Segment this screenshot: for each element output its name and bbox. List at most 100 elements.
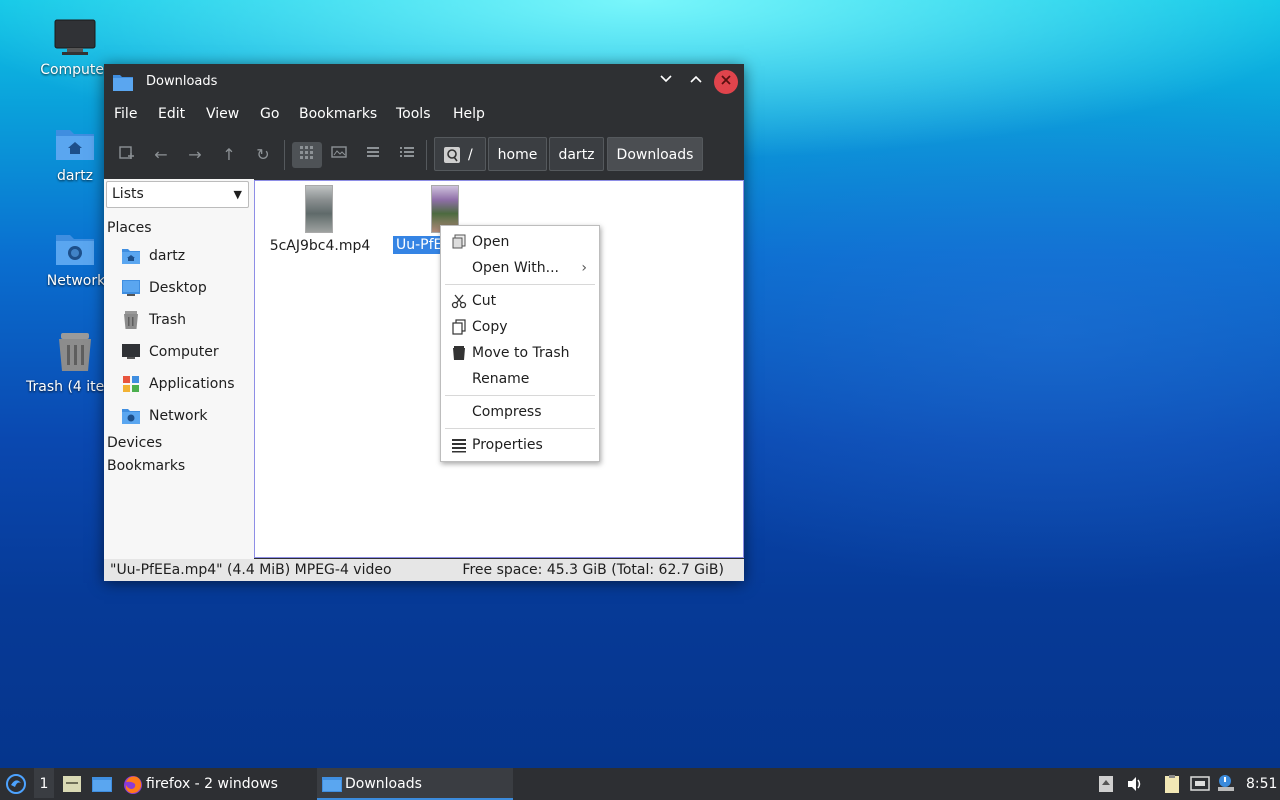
menu-view[interactable]: View (206, 106, 239, 122)
new-tab-icon (119, 146, 134, 159)
path-crumb-home[interactable]: home (488, 137, 547, 171)
path-root-label: / (468, 147, 473, 163)
workspace-switcher[interactable]: 1 (34, 768, 54, 798)
path-crumb-dartz[interactable]: dartz (549, 137, 604, 171)
lubuntu-logo-icon (6, 774, 26, 794)
file-item[interactable]: 5cAJ9bc4.mp4 (265, 185, 375, 257)
sidebar-item-computer[interactable]: Computer (121, 340, 251, 364)
menu-file[interactable]: File (114, 106, 137, 122)
sidebar-mode-select[interactable]: Lists ▼ (106, 181, 249, 208)
menu-item-open[interactable]: Open (441, 230, 599, 254)
tray-updates[interactable] (1098, 768, 1118, 798)
menu-tools[interactable]: Tools (396, 106, 431, 122)
minimize-button[interactable] (654, 70, 678, 94)
back-button[interactable]: ← (148, 142, 174, 168)
tray-network[interactable] (1190, 768, 1212, 798)
file-manager-window: Downloads File Edit View Go Bookmarks To… (104, 64, 744, 581)
arrow-right-icon: → (188, 145, 202, 164)
menu-go[interactable]: Go (260, 106, 279, 122)
detailed-list-button[interactable] (394, 142, 420, 168)
sidebar-item-label: Applications (149, 376, 235, 392)
icon-view-button[interactable] (292, 142, 322, 168)
path-crumb-downloads[interactable]: Downloads (607, 137, 703, 171)
sidebar-item-label: Trash (149, 312, 186, 328)
clock[interactable]: 8:51 (1246, 768, 1278, 798)
task-label: firefox - 2 windows (146, 776, 278, 792)
menu-item-label: Open With... (472, 260, 559, 276)
status-free-space: Free space: 45.3 GiB (Total: 62.7 GiB) (462, 562, 724, 578)
menu-item-label: Cut (472, 293, 497, 309)
image-view-icon (331, 146, 347, 158)
sidebar: Lists ▼ Places dartz Desktop Trash Compu… (104, 179, 254, 559)
drive-icon (444, 147, 460, 163)
menu-bar: File Edit View Go Bookmarks Tools Help (104, 102, 744, 128)
menu-item-rename[interactable]: Rename (441, 367, 599, 391)
task-label: Downloads (345, 776, 422, 792)
bookmarks-header[interactable]: Bookmarks (107, 458, 185, 474)
volume-icon (1128, 777, 1141, 791)
cut-icon (451, 294, 467, 309)
sidebar-item-desktop[interactable]: Desktop (121, 276, 251, 300)
folder-launcher-button[interactable] (90, 768, 114, 798)
menu-item-label: Copy (472, 319, 508, 335)
chevron-right-icon: › (581, 260, 587, 276)
start-menu-button[interactable] (4, 768, 28, 798)
status-selection: "Uu-PfEEa.mp4" (4.4 MiB) MPEG-4 video (110, 562, 392, 578)
menu-item-move-to-trash[interactable]: Move to Trash (441, 341, 599, 365)
folder-icon (92, 777, 112, 792)
chevron-down-icon: ▼ (233, 188, 242, 201)
desktop-icon-label: Network (46, 273, 106, 289)
open-icon (452, 234, 466, 249)
sidebar-item-trash[interactable]: Trash (121, 308, 251, 332)
menu-bookmarks[interactable]: Bookmarks (299, 106, 377, 122)
close-icon (721, 75, 731, 85)
reload-button[interactable]: ↻ (250, 142, 276, 168)
tray-notifications[interactable] (1216, 768, 1238, 798)
thumbnail-view-button[interactable] (326, 142, 352, 168)
close-button[interactable] (714, 70, 738, 94)
tray-clipboard[interactable] (1162, 768, 1184, 798)
firefox-icon (124, 776, 142, 794)
title-bar[interactable]: Downloads (104, 64, 744, 100)
arrow-left-icon: ← (154, 145, 168, 164)
menu-item-open-with[interactable]: Open With... › (441, 256, 599, 280)
show-desktop-button[interactable] (60, 768, 84, 798)
forward-button[interactable]: → (182, 142, 208, 168)
sidebar-item-label: Desktop (149, 280, 207, 296)
file-name: 5cAJ9bc4.mp4 (269, 238, 371, 254)
sidebar-item-dartz[interactable]: dartz (121, 244, 251, 268)
taskbar-task-downloads[interactable]: Downloads (317, 768, 513, 800)
sidebar-item-label: Computer (149, 344, 219, 360)
places-header[interactable]: Places (107, 220, 152, 236)
menu-item-properties[interactable]: Properties (441, 433, 599, 457)
up-button[interactable]: ↑ (216, 142, 242, 168)
list-view-icon (400, 147, 414, 157)
menu-edit[interactable]: Edit (158, 106, 185, 122)
path-root-button[interactable]: / (434, 137, 486, 171)
compact-view-button[interactable] (360, 142, 386, 168)
chevron-up-icon (690, 75, 702, 83)
menu-item-copy[interactable]: Copy (441, 315, 599, 339)
info-icon (1218, 775, 1234, 791)
toolbar: ← → ↑ ↻ / home dartz Downloads (104, 132, 744, 178)
sidebar-item-applications[interactable]: Applications (121, 372, 251, 396)
chevron-down-icon (660, 75, 672, 83)
taskbar-task-firefox[interactable]: firefox - 2 windows (120, 768, 310, 798)
sidebar-item-network[interactable]: Network (121, 404, 251, 428)
toolbar-separator (284, 140, 285, 170)
tray-volume[interactable] (1126, 768, 1146, 798)
home-folder-icon (122, 249, 140, 264)
menu-help[interactable]: Help (453, 106, 485, 122)
menu-item-compress[interactable]: Compress (441, 400, 599, 424)
trash-icon (124, 311, 138, 329)
taskbar: 1 firefox - 2 windows Downloads 8:51 (0, 768, 1280, 800)
sidebar-mode-value: Lists (112, 186, 144, 202)
copy-icon (452, 319, 466, 335)
menu-item-cut[interactable]: Cut (441, 289, 599, 313)
grid-view-icon (300, 146, 313, 159)
desktop-icon-label: Trash (4 items) (26, 379, 104, 395)
devices-header[interactable]: Devices (107, 435, 162, 451)
context-menu: Open Open With... › Cut Copy Move to Tra… (440, 225, 600, 462)
maximize-button[interactable] (684, 70, 708, 94)
new-tab-button[interactable] (114, 142, 140, 168)
